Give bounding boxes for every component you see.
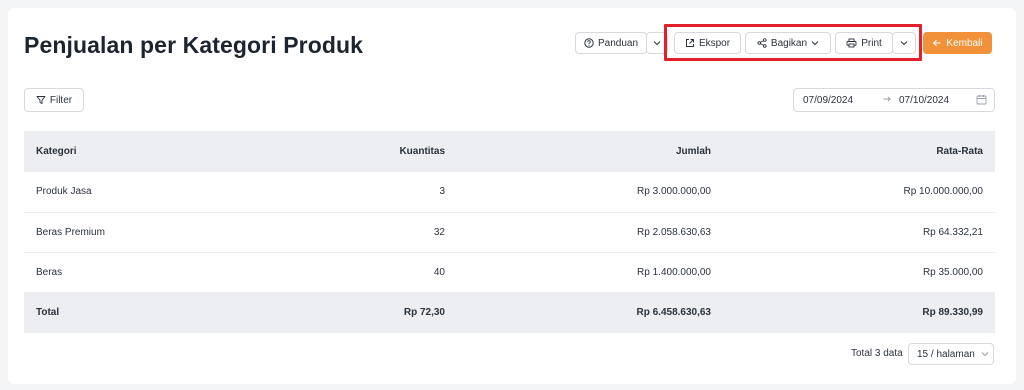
pagination-total: Total 3 data: [851, 348, 903, 359]
cell-quantity: 40: [433, 266, 445, 278]
column-header-average[interactable]: Rata-Rata: [723, 131, 995, 172]
arrow-left-icon: [932, 38, 942, 48]
cell-quantity: 32: [433, 226, 445, 238]
filter-button[interactable]: Filter: [24, 88, 84, 112]
cell-average: Rp 64.332,21: [922, 226, 983, 238]
total-label: Total: [36, 307, 60, 319]
filter-button-label: Filter: [49, 94, 73, 106]
cell-average: Rp 10.000.000,00: [903, 186, 983, 198]
back-button[interactable]: Kembali: [923, 32, 992, 54]
cell-amount: Rp 3.000.000,00: [637, 186, 711, 198]
column-header-category[interactable]: Kategori: [24, 131, 189, 172]
page-size-select[interactable]: 15 / halaman: [908, 343, 994, 365]
highlight-box: [664, 24, 922, 61]
date-from-input[interactable]: 07/09/2024: [803, 95, 853, 106]
total-quantity: Rp 72,30: [403, 307, 445, 319]
calendar-icon: [976, 94, 987, 105]
column-header-quantity[interactable]: Kuantitas: [189, 131, 457, 172]
back-button-label: Kembali: [946, 37, 983, 49]
cell-category: Produk Jasa: [36, 186, 92, 198]
cell-category: Beras Premium: [36, 226, 105, 238]
cell-amount: Rp 2.058.630,63: [637, 226, 711, 238]
sales-table: Kategori Kuantitas Jumlah Rata-Rata Prod…: [24, 131, 995, 333]
table-row: Beras Premium 32 Rp 2.058.630,63 Rp 64.3…: [24, 212, 995, 252]
table-row: Beras 40 Rp 1.400.000,00 Rp 35.000,00: [24, 252, 995, 292]
filter-funnel-icon: [36, 95, 46, 105]
guide-button-label: Panduan: [597, 37, 639, 49]
cell-category: Beras: [36, 266, 63, 278]
date-to-input[interactable]: 07/10/2024: [899, 95, 949, 106]
arrow-right-icon: [882, 94, 892, 104]
cell-average: Rp 35.000,00: [922, 266, 983, 278]
guide-button[interactable]: Panduan: [575, 32, 647, 54]
table-header-row: Kategori Kuantitas Jumlah Rata-Rata: [24, 131, 995, 172]
total-average: Rp 89.330,99: [922, 307, 983, 319]
cell-amount: Rp 1.400.000,00: [637, 266, 711, 278]
cell-quantity: 3: [439, 186, 445, 198]
date-range-picker[interactable]: 07/09/2024 07/10/2024: [793, 88, 995, 112]
question-circle-icon: [584, 38, 594, 48]
table-row: Produk Jasa 3 Rp 3.000.000,00 Rp 10.000.…: [24, 172, 995, 212]
page-title: Penjualan per Kategori Produk: [24, 32, 364, 58]
column-header-amount[interactable]: Jumlah: [457, 131, 723, 172]
chevron-down-icon: [981, 351, 989, 357]
page-size-value: 15 / halaman: [917, 349, 975, 360]
table-total-row: Total Rp 72,30 Rp 6.458.630,63 Rp 89.330…: [24, 292, 995, 333]
total-amount: Rp 6.458.630,63: [636, 307, 712, 319]
chevron-down-icon: [653, 40, 661, 46]
